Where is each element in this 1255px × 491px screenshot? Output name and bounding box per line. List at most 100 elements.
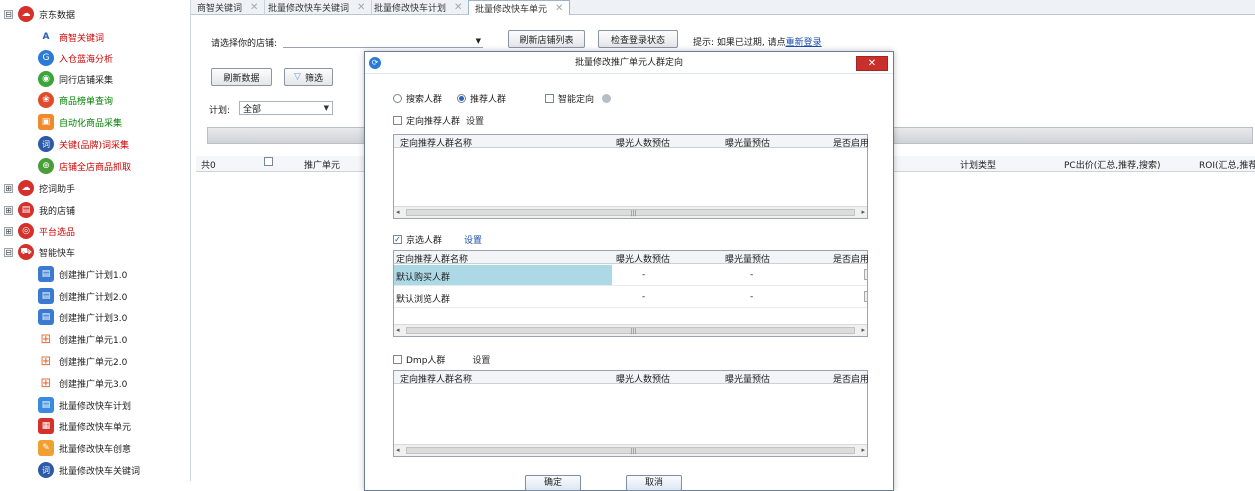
- section-dmp[interactable]: Dmp人群 设置: [393, 353, 490, 366]
- sidebar-item-warehouse-analysis[interactable]: G 入仓蓝海分析: [38, 48, 113, 68]
- scroll-grip-icon: |||: [630, 448, 637, 455]
- sidebar-item-label: 同行店铺采集: [59, 75, 114, 86]
- scroll-right-icon[interactable]: ▸: [861, 326, 865, 334]
- relogin-link[interactable]: 重新登录: [786, 38, 822, 48]
- scroll-left-icon[interactable]: ◂: [396, 326, 400, 334]
- close-button[interactable]: ✕: [856, 56, 888, 71]
- horizontal-scrollbar[interactable]: ◂ ||| ▸: [394, 324, 867, 336]
- sidebar-item-create-unit-1[interactable]: ⊞ 创建推广单元1.0: [38, 329, 128, 349]
- unit-icon: ⊞: [40, 331, 52, 347]
- sidebar-item-brand-keyword[interactable]: 词 关键(品牌)词采集: [38, 134, 129, 154]
- setting-link[interactable]: 设置: [466, 114, 484, 127]
- checkbox-icon[interactable]: ✓: [393, 235, 402, 244]
- enabled-checkbox[interactable]: [864, 291, 868, 302]
- col-enabled: 是否启用: [833, 375, 870, 385]
- tab-batch-edit-unit[interactable]: 批量修改快车单元 ✕: [468, 0, 571, 15]
- setting-link[interactable]: 设置: [472, 353, 490, 366]
- car-icon: ⛟: [18, 244, 34, 260]
- radio-label: 推荐人群: [470, 95, 507, 105]
- tree-group-platform-selection[interactable]: ⊞ ◎ 平台选品: [4, 221, 75, 241]
- expand-icon[interactable]: ⊞: [4, 183, 13, 193]
- edit-creative-icon: ✎: [38, 440, 54, 456]
- sidebar-item-shangzhi-keyword[interactable]: A 商智关键词: [38, 27, 105, 47]
- hint-prefix: 提示: 如果已过期, 请点: [693, 38, 786, 48]
- sidebar-item-auto-collect[interactable]: ▣ 自动化商品采集: [38, 112, 122, 132]
- close-icon[interactable]: ✕: [250, 2, 258, 13]
- scroll-right-icon[interactable]: ▸: [861, 446, 865, 454]
- check-login-button[interactable]: 检查登录状态: [598, 30, 678, 48]
- tab-bar: 商智关键词 ✕ 批量修改快车关键词 ✕ 批量修改快车计划 ✕ 批量修改快车单元 ✕: [191, 0, 1255, 15]
- expand-icon[interactable]: ⊞: [4, 226, 13, 236]
- table-row[interactable]: 默认购买人群 - -: [394, 265, 868, 286]
- scroll-grip-icon: |||: [630, 210, 637, 217]
- collapse-icon[interactable]: ⊟: [4, 247, 13, 257]
- radio-icon[interactable]: [457, 94, 466, 103]
- select-all-checkbox[interactable]: [264, 157, 277, 169]
- sidebar-item-create-unit-2[interactable]: ⊞ 创建推广单元2.0: [38, 351, 128, 371]
- analysis-icon: G: [38, 50, 54, 66]
- horizontal-scrollbar[interactable]: ◂ ||| ▸: [394, 444, 867, 456]
- collapse-icon[interactable]: ⊟: [4, 9, 13, 19]
- sidebar-item-create-plan-3[interactable]: ▤ 创建推广计划3.0: [38, 307, 127, 327]
- ok-button[interactable]: 确定: [525, 475, 581, 491]
- sidebar-item-create-plan-1[interactable]: ▤ 创建推广计划1.0: [38, 264, 127, 284]
- checkbox-icon[interactable]: [393, 355, 402, 364]
- sidebar-item-label: 创建推广计划2.0: [59, 292, 128, 303]
- scroll-left-icon[interactable]: ◂: [396, 208, 400, 216]
- tab-shangzhi-keyword[interactable]: 商智关键词 ✕: [191, 0, 266, 15]
- radio-search-audience[interactable]: 搜索人群: [393, 92, 442, 105]
- checkbox-icon[interactable]: [393, 116, 402, 125]
- scroll-right-icon[interactable]: ▸: [861, 208, 865, 216]
- scroll-left-icon[interactable]: ◂: [396, 446, 400, 454]
- shop-icon: ▤: [18, 202, 34, 218]
- tab-batch-edit-plan[interactable]: 批量修改快车计划 ✕: [368, 0, 470, 15]
- unit-icon: ⊞: [40, 375, 52, 391]
- sidebar-item-batch-edit-plan[interactable]: ▤ 批量修改快车计划: [38, 395, 131, 415]
- close-icon[interactable]: ✕: [357, 2, 365, 13]
- checkbox-icon[interactable]: [545, 94, 554, 103]
- setting-link[interactable]: 设置: [464, 233, 482, 246]
- filter-button[interactable]: ▽ 筛选: [284, 68, 333, 86]
- sidebar-item-label: 入仓蓝海分析: [59, 54, 114, 65]
- shop-select[interactable]: ▼: [283, 34, 483, 48]
- edit-audience-dialog: ⟳ 批量修改推广单元人群定向 ✕ 搜索人群 推荐人群 智能定向 定向推荐人群 设…: [364, 51, 894, 491]
- sidebar-item-product-ranking[interactable]: ❀ 商品榜单查询: [38, 90, 113, 110]
- section-label: 定向推荐人群: [406, 117, 461, 127]
- sidebar-item-batch-edit-keyword[interactable]: 词 批量修改快车关键词: [38, 460, 140, 480]
- col-name: 定向推荐人群名称: [400, 375, 473, 385]
- tree-group-label: 智能快车: [39, 248, 76, 259]
- sidebar-item-batch-edit-creative[interactable]: ✎ 批量修改快车创意: [38, 438, 131, 458]
- section-directed-recommend[interactable]: 定向推荐人群 设置: [393, 114, 484, 127]
- edit-unit-icon: ▦: [38, 418, 54, 434]
- radio-icon[interactable]: [393, 94, 402, 103]
- sidebar-item-create-plan-2[interactable]: ▤ 创建推广计划2.0: [38, 286, 127, 306]
- medal-icon: ❀: [38, 92, 54, 108]
- enabled-checkbox[interactable]: [864, 269, 868, 280]
- refresh-data-button[interactable]: 刷新数据: [211, 68, 272, 86]
- sidebar-item-shop-crawl[interactable]: ⊕ 店铺全店商品抓取: [38, 156, 131, 176]
- horizontal-scrollbar[interactable]: ◂ ||| ▸: [394, 206, 867, 218]
- radio-recommend-audience[interactable]: 推荐人群: [457, 92, 506, 105]
- sidebar-item-create-unit-3[interactable]: ⊞ 创建推广单元3.0: [38, 373, 128, 393]
- info-icon[interactable]: [602, 94, 612, 103]
- col-exposure-count: 曝光量预估: [725, 255, 771, 265]
- table-row[interactable]: 默认浏览人群 - -: [394, 287, 868, 308]
- tree-group-keyword-helper[interactable]: ⊞ ☁ 挖词助手: [4, 178, 75, 198]
- plan-select[interactable]: 全部 ▼: [239, 101, 333, 115]
- expand-icon[interactable]: ⊞: [4, 205, 13, 215]
- close-icon[interactable]: ✕: [555, 3, 563, 14]
- grid-header: 定向推荐人群名称 曝光人数预估 曝光量预估 是否启用: [394, 135, 869, 149]
- tree-group-jd-data[interactable]: ⊟ ☁ 京东数据: [4, 4, 75, 24]
- col-exposure-people: 曝光人数预估: [616, 139, 671, 149]
- tree-group-smart-express[interactable]: ⊟ ⛟ 智能快车: [4, 242, 75, 262]
- section-jingxuan[interactable]: ✓ 京选人群 设置: [393, 233, 482, 246]
- close-icon[interactable]: ✕: [454, 2, 462, 13]
- tab-batch-edit-keyword[interactable]: 批量修改快车关键词 ✕: [262, 0, 373, 15]
- smart-target-checkbox[interactable]: 智能定向: [545, 92, 612, 105]
- sidebar-item-peer-shop-collect[interactable]: ◉ 同行店铺采集: [38, 69, 113, 89]
- cancel-button[interactable]: 取消: [626, 475, 682, 491]
- tree-group-my-shop[interactable]: ⊞ ▤ 我的店铺: [4, 200, 75, 220]
- word-icon: 词: [38, 462, 54, 478]
- sidebar-item-batch-edit-unit[interactable]: ▦ 批量修改快车单元: [38, 416, 131, 436]
- refresh-shops-button[interactable]: 刷新店铺列表: [508, 30, 585, 48]
